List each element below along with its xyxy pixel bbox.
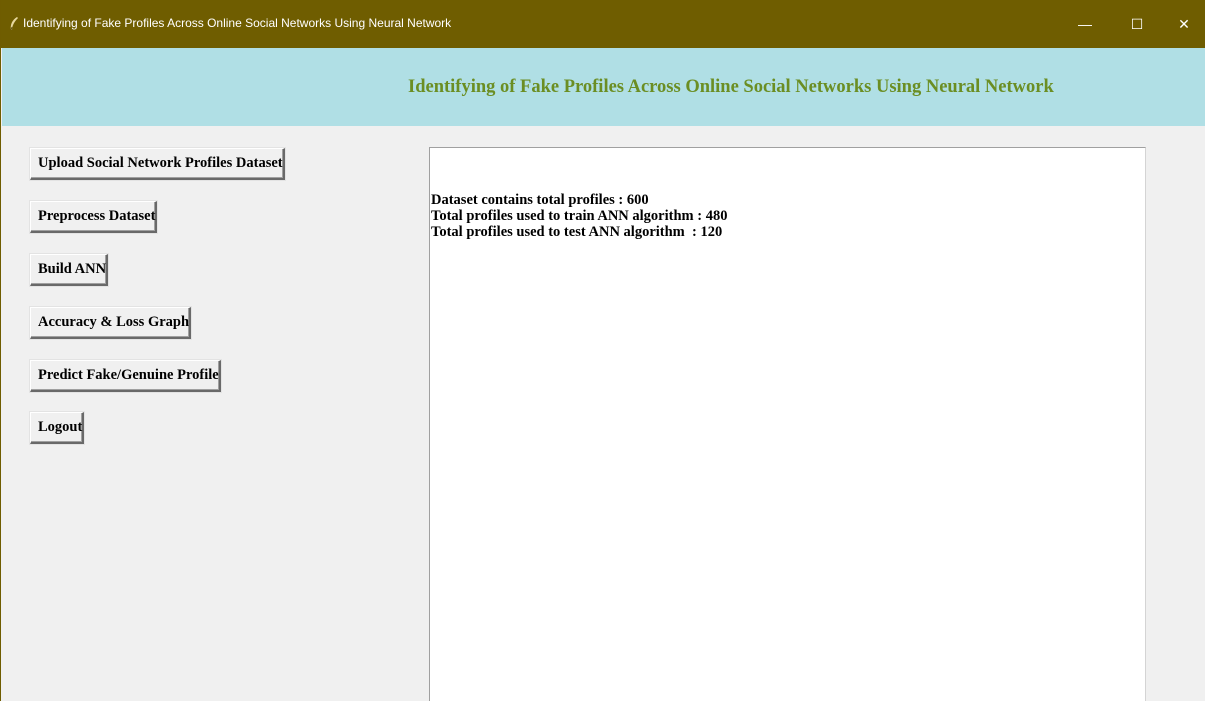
output-line-test: Total profiles used to test ANN algorith… [431,224,723,240]
minimize-button[interactable]: — [1062,0,1108,48]
maximize-button[interactable]: ☐ [1114,0,1160,48]
window-title: Identifying of Fake Profiles Across Onli… [23,16,452,30]
output-line-total: Dataset contains total profiles : 600 [431,192,649,208]
accuracy-loss-graph-button[interactable]: Accuracy & Loss Graph [30,307,192,339]
maximize-icon: ☐ [1130,15,1144,32]
predict-profile-button[interactable]: Predict Fake/Genuine Profile [30,360,221,392]
output-text-area[interactable]: Dataset contains total profiles : 600 To… [429,147,1146,701]
close-button[interactable]: ✕ [1161,0,1205,48]
close-icon: ✕ [1178,15,1190,32]
logout-button[interactable]: Logout [30,412,85,444]
minimize-icon: — [1078,16,1092,32]
upload-dataset-button[interactable]: Upload Social Network Profiles Dataset [30,148,285,180]
header-banner: Identifying of Fake Profiles Across Onli… [2,48,1205,126]
build-ann-button[interactable]: Build ANN [30,254,109,286]
page-title: Identifying of Fake Profiles Across Onli… [408,77,1054,97]
feather-icon [10,17,18,31]
output-line-train: Total profiles used to train ANN algorit… [431,208,728,224]
title-bar[interactable]: Identifying of Fake Profiles Across Onli… [1,0,1205,48]
app-window: Identifying of Fake Profiles Across Onli… [0,0,1205,701]
preprocess-dataset-button[interactable]: Preprocess Dataset [30,201,158,233]
